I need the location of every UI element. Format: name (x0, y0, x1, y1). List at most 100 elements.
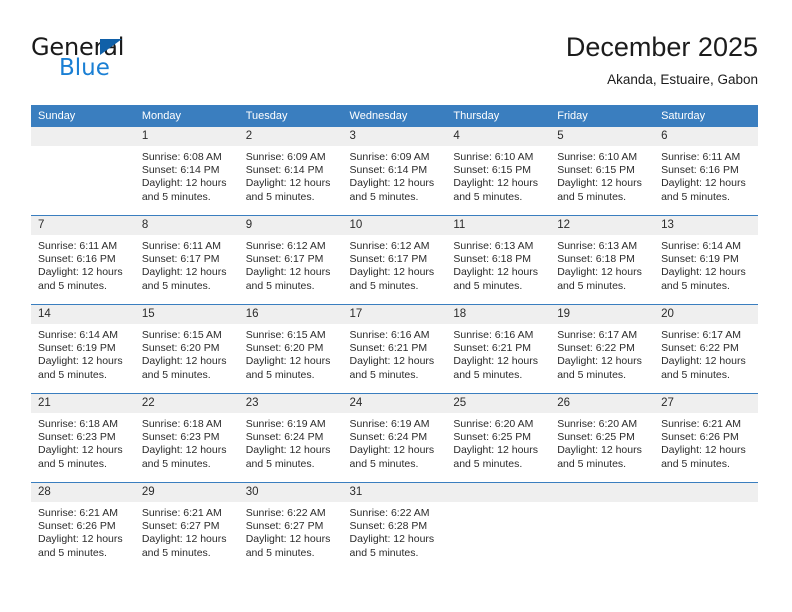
sunset-text: Sunset: 6:23 PM (38, 431, 116, 444)
weekday-header-friday: Friday (550, 105, 655, 127)
day-cell-inner (31, 127, 135, 215)
day-cell-inner: 18 Sunrise: 6:16 AM Sunset: 6:21 PM Dayligh… (446, 305, 551, 393)
day-cell-inner: 1 Sunrise: 6:08 AM Sunset: 6:14 PM Daylight… (134, 127, 239, 215)
day-details: Sunrise: 6:20 AM Sunset: 6:25 PM Daylight:… (550, 413, 654, 471)
day-details: Sunrise: 6:22 AM Sunset: 6:27 PM Daylight:… (239, 502, 343, 560)
daylight-text-line1: Daylight: 12 hours (38, 266, 123, 279)
sunrise-text: Sunrise: 6:17 AM (661, 329, 742, 341)
sunset-text: Sunset: 6:16 PM (38, 253, 116, 266)
day-number: 27 (654, 394, 758, 413)
calendar-day-cell[interactable]: 3 Sunrise: 6:09 AM Sunset: 6:14 PM Daylight… (342, 127, 447, 216)
calendar-day-cell[interactable]: 23 Sunrise: 6:19 AM Sunset: 6:24 PM Dayligh… (238, 393, 343, 483)
day-number: 8 (134, 216, 239, 235)
day-number: 31 (342, 483, 447, 502)
sunrise-text: Sunrise: 6:18 AM (38, 418, 118, 430)
day-details: Sunrise: 6:13 AM Sunset: 6:18 PM Daylight:… (550, 235, 654, 293)
sunrise-text: Sunrise: 6:19 AM (349, 418, 430, 430)
daylight-text-line2: and 5 minutes. (141, 279, 211, 292)
calendar-day-cell[interactable]: 24 Sunrise: 6:19 AM Sunset: 6:24 PM Dayligh… (342, 393, 447, 483)
day-number: 4 (446, 127, 551, 146)
calendar-day-cell[interactable]: 7 Sunrise: 6:11 AM Sunset: 6:16 PM Daylight… (31, 215, 135, 305)
calendar-cell-empty (446, 482, 551, 571)
calendar-day-cell[interactable]: 11 Sunrise: 6:13 AM Sunset: 6:18 PM Dayligh… (446, 215, 551, 305)
daylight-text-line2: and 5 minutes. (557, 190, 627, 203)
day-cell-inner: 5 Sunrise: 6:10 AM Sunset: 6:15 PM Daylight… (550, 127, 655, 215)
day-cell-inner: 4 Sunrise: 6:10 AM Sunset: 6:15 PM Daylight… (446, 127, 551, 215)
calendar-day-cell[interactable]: 5 Sunrise: 6:10 AM Sunset: 6:15 PM Daylight… (550, 127, 655, 216)
sunrise-text: Sunrise: 6:21 AM (38, 507, 118, 519)
calendar-day-cell[interactable]: 27 Sunrise: 6:21 AM Sunset: 6:26 PM Dayligh… (654, 393, 758, 483)
sunset-text: Sunset: 6:20 PM (141, 342, 220, 355)
sunset-text: Sunset: 6:19 PM (661, 253, 739, 266)
general-blue-logo[interactable]: General Blue (31, 34, 211, 92)
day-cell-inner (550, 483, 655, 571)
day-cell-inner: 14 Sunrise: 6:14 AM Sunset: 6:19 PM Dayligh… (31, 305, 135, 393)
daylight-text-line1: Daylight: 12 hours (661, 177, 746, 190)
calendar-day-cell[interactable]: 16 Sunrise: 6:15 AM Sunset: 6:20 PM Dayligh… (238, 304, 343, 394)
calendar-day-cell[interactable]: 9 Sunrise: 6:12 AM Sunset: 6:17 PM Daylight… (238, 215, 343, 305)
daylight-text-line1: Daylight: 12 hours (453, 177, 539, 190)
weekday-header-wednesday: Wednesday (342, 105, 447, 127)
day-details: Sunrise: 6:11 AM Sunset: 6:17 PM Daylight:… (135, 235, 239, 293)
sunrise-text: Sunrise: 6:13 AM (557, 240, 638, 252)
sunset-text: Sunset: 6:14 PM (245, 164, 324, 177)
daylight-text-line2: and 5 minutes. (349, 457, 419, 470)
sunrise-text: Sunrise: 6:19 AM (245, 418, 326, 430)
day-number: 18 (446, 305, 551, 324)
daylight-text-line1: Daylight: 12 hours (557, 266, 642, 279)
daylight-text-line1: Daylight: 12 hours (349, 444, 435, 457)
calendar-day-cell[interactable]: 12 Sunrise: 6:13 AM Sunset: 6:18 PM Dayligh… (550, 215, 655, 305)
calendar-day-cell[interactable]: 18 Sunrise: 6:16 AM Sunset: 6:21 PM Dayligh… (446, 304, 551, 394)
calendar-day-cell[interactable]: 13 Sunrise: 6:14 AM Sunset: 6:19 PM Dayligh… (654, 215, 758, 305)
day-cell-inner: 28 Sunrise: 6:21 AM Sunset: 6:26 PM Dayligh… (31, 483, 135, 571)
sunrise-text: Sunrise: 6:17 AM (557, 329, 638, 341)
sunset-text: Sunset: 6:25 PM (453, 431, 532, 444)
day-details: Sunrise: 6:20 AM Sunset: 6:25 PM Daylight:… (446, 413, 550, 471)
calendar-day-cell[interactable]: 17 Sunrise: 6:16 AM Sunset: 6:21 PM Dayligh… (342, 304, 447, 394)
day-details: Sunrise: 6:15 AM Sunset: 6:20 PM Daylight:… (239, 324, 343, 382)
sunrise-text: Sunrise: 6:16 AM (349, 329, 430, 341)
calendar-body: 1 Sunrise: 6:08 AM Sunset: 6:14 PM Daylight… (31, 127, 758, 571)
day-cell-inner: 31 Sunrise: 6:22 AM Sunset: 6:28 PM Dayligh… (342, 483, 447, 571)
day-cell-inner: 8 Sunrise: 6:11 AM Sunset: 6:17 PM Daylight… (134, 216, 239, 304)
calendar-day-cell[interactable]: 1 Sunrise: 6:08 AM Sunset: 6:14 PM Daylight… (134, 127, 239, 216)
calendar-day-cell[interactable]: 10 Sunrise: 6:12 AM Sunset: 6:17 PM Dayligh… (342, 215, 447, 305)
day-cell-inner: 10 Sunrise: 6:12 AM Sunset: 6:17 PM Dayligh… (342, 216, 447, 304)
calendar-day-cell[interactable]: 25 Sunrise: 6:20 AM Sunset: 6:25 PM Dayligh… (446, 393, 551, 483)
calendar-day-cell[interactable]: 30 Sunrise: 6:22 AM Sunset: 6:27 PM Dayligh… (238, 482, 343, 571)
calendar-day-cell[interactable]: 20 Sunrise: 6:17 AM Sunset: 6:22 PM Dayligh… (654, 304, 758, 394)
calendar-day-cell[interactable]: 21 Sunrise: 6:18 AM Sunset: 6:23 PM Dayligh… (31, 393, 135, 483)
sunrise-text: Sunrise: 6:11 AM (38, 240, 118, 252)
calendar-day-cell[interactable]: 26 Sunrise: 6:20 AM Sunset: 6:25 PM Dayligh… (550, 393, 655, 483)
day-cell-inner: 20 Sunrise: 6:17 AM Sunset: 6:22 PM Dayligh… (654, 305, 758, 393)
calendar-day-cell[interactable]: 6 Sunrise: 6:11 AM Sunset: 6:16 PM Daylight… (654, 127, 758, 216)
calendar-day-cell[interactable]: 28 Sunrise: 6:21 AM Sunset: 6:26 PM Dayligh… (31, 482, 135, 571)
calendar-day-cell[interactable]: 29 Sunrise: 6:21 AM Sunset: 6:27 PM Dayligh… (134, 482, 239, 571)
day-number: 19 (550, 305, 655, 324)
calendar-day-cell[interactable]: 22 Sunrise: 6:18 AM Sunset: 6:23 PM Dayligh… (134, 393, 239, 483)
day-number: 22 (134, 394, 239, 413)
sunset-text: Sunset: 6:28 PM (349, 520, 428, 533)
calendar-day-cell[interactable]: 19 Sunrise: 6:17 AM Sunset: 6:22 PM Dayligh… (550, 304, 655, 394)
calendar-day-cell[interactable]: 8 Sunrise: 6:11 AM Sunset: 6:17 PM Daylight… (134, 215, 239, 305)
calendar-day-cell[interactable]: 4 Sunrise: 6:10 AM Sunset: 6:15 PM Daylight… (446, 127, 551, 216)
day-details: Sunrise: 6:09 AM Sunset: 6:14 PM Daylight:… (343, 146, 447, 204)
calendar-day-cell[interactable]: 14 Sunrise: 6:14 AM Sunset: 6:19 PM Dayligh… (31, 304, 135, 394)
day-cell-inner: 30 Sunrise: 6:22 AM Sunset: 6:27 PM Dayligh… (238, 483, 343, 571)
daylight-text-line1: Daylight: 12 hours (38, 355, 123, 368)
daylight-text-line1: Daylight: 12 hours (245, 533, 331, 546)
daylight-text-line1: Daylight: 12 hours (245, 444, 331, 457)
day-number: 23 (238, 394, 343, 413)
day-number: 30 (238, 483, 343, 502)
sunset-text: Sunset: 6:26 PM (661, 431, 739, 444)
day-details: Sunrise: 6:11 AM Sunset: 6:16 PM Daylight:… (31, 235, 135, 293)
sunset-text: Sunset: 6:22 PM (557, 342, 635, 355)
sunrise-text: Sunrise: 6:10 AM (557, 151, 638, 163)
calendar-day-cell[interactable]: 15 Sunrise: 6:15 AM Sunset: 6:20 PM Dayligh… (134, 304, 239, 394)
day-number: 10 (342, 216, 447, 235)
daylight-text-line1: Daylight: 12 hours (38, 444, 123, 457)
calendar-day-cell[interactable]: 2 Sunrise: 6:09 AM Sunset: 6:14 PM Daylight… (238, 127, 343, 216)
calendar-day-cell[interactable]: 31 Sunrise: 6:22 AM Sunset: 6:28 PM Dayligh… (342, 482, 447, 571)
sunrise-text: Sunrise: 6:08 AM (141, 151, 222, 163)
daylight-text-line1: Daylight: 12 hours (557, 177, 642, 190)
